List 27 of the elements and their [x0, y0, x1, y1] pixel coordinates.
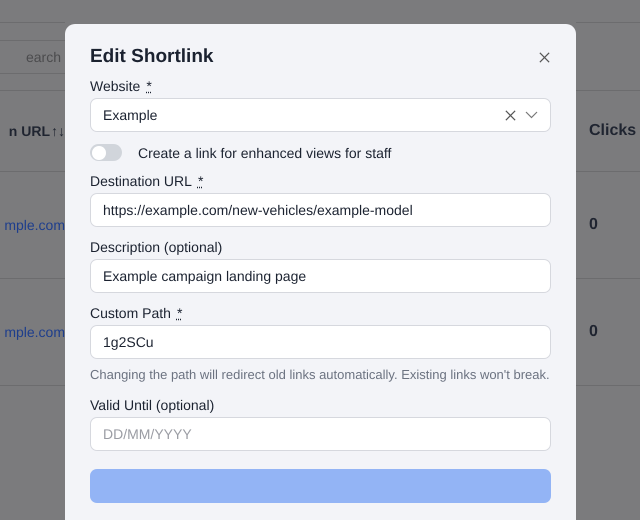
toggle-label: Create a link for enhanced views for staff: [138, 144, 392, 160]
chevron-down-icon: [525, 111, 538, 119]
column-header[interactable]: n URL: [8, 123, 50, 139]
column-header[interactable]: Clicks: [589, 122, 636, 140]
field-label: Custom Path *: [90, 305, 184, 321]
required-mark: *: [198, 173, 204, 189]
required-mark: *: [176, 305, 182, 321]
input-field[interactable]: 1g2SCu: [90, 325, 551, 359]
website-select[interactable]: Example: [90, 98, 551, 132]
input-field[interactable]: https://example.com/new-vehicles/example-model: [90, 193, 551, 227]
required-mark: *: [146, 78, 152, 94]
input-field[interactable]: Example campaign landing page: [90, 259, 551, 293]
url-link[interactable]: mple.com: [4, 324, 65, 340]
field-label: Destination URL *: [90, 173, 204, 189]
dialog-title: Edit Shortlink: [90, 46, 214, 68]
table-cell: 0: [589, 216, 598, 234]
help-text: Changing the path will redirect old links automatically. Existing links won't break.: [90, 366, 551, 384]
sort-icon[interactable]: ↑↓: [51, 123, 65, 139]
field-label: Description (optional): [90, 239, 224, 255]
toggle-switch[interactable]: [90, 144, 122, 161]
table-cell: 0: [589, 323, 598, 341]
clear-icon[interactable]: [504, 108, 517, 122]
field-label: Website *: [90, 78, 153, 94]
close-button[interactable]: [538, 50, 551, 64]
field-label: Valid Until (optional): [90, 397, 216, 413]
url-link[interactable]: mple.com: [4, 217, 65, 233]
input-field[interactable]: DD/MM/YYYY: [90, 417, 551, 451]
